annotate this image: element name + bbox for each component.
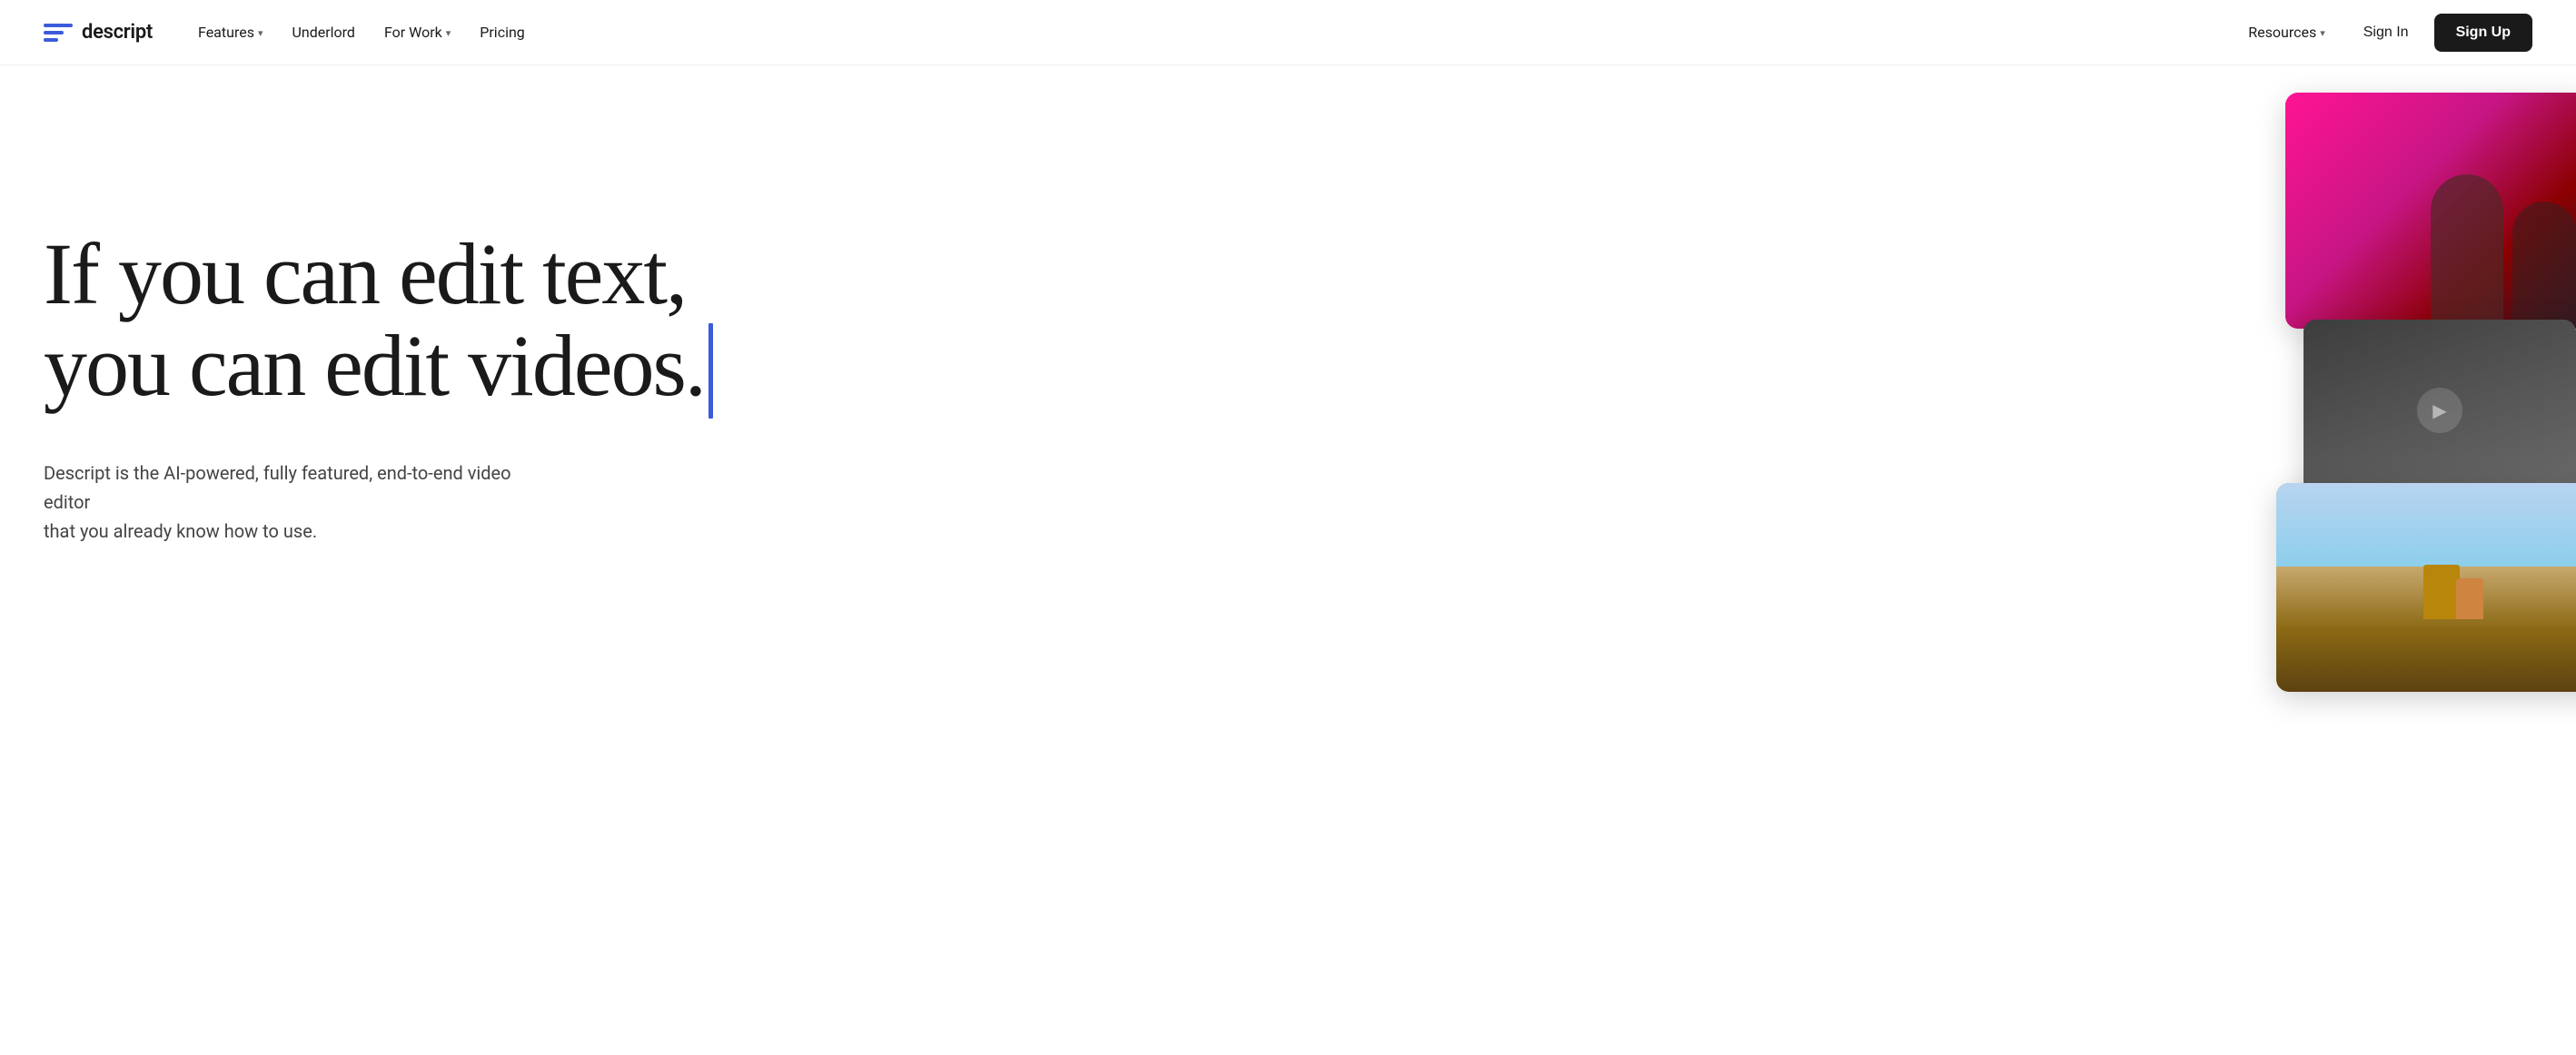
hero-subtext: Descript is the AI-powered, fully featur… (44, 458, 516, 546)
hero-headline: If you can edit text, you can edit video… (44, 229, 1661, 422)
nav-features[interactable]: Features ▾ (185, 16, 275, 48)
sign-in-button[interactable]: Sign In (2345, 15, 2427, 50)
logo[interactable]: descript (44, 20, 153, 45)
nav-pricing[interactable]: Pricing (467, 16, 538, 48)
chevron-down-icon-2: ▾ (446, 27, 451, 39)
logo-bar-2 (44, 31, 64, 35)
hero-content: If you can edit text, you can edit video… (44, 138, 1661, 546)
hero-headline-line1: If you can edit text, (44, 225, 686, 322)
nav-underlord[interactable]: Underlord (279, 16, 367, 48)
logo-bar-1 (44, 24, 73, 27)
nav-underlord-label: Underlord (292, 24, 354, 41)
hero-section: If you can edit text, you can edit video… (0, 65, 2576, 1055)
hero-subtext-line2: that you already know how to use. (44, 520, 317, 542)
chevron-down-icon: ▾ (258, 27, 263, 39)
hero-subtext-line1: Descript is the AI-powered, fully featur… (44, 462, 511, 513)
hero-image-card-1 (2285, 93, 2576, 329)
navbar: descript Features ▾ Underlord For Work ▾… (0, 0, 2576, 65)
hero-image-card-3 (2276, 483, 2576, 692)
nav-features-label: Features (198, 24, 254, 41)
logo-bar-3 (44, 38, 58, 42)
descript-logo-icon (44, 20, 73, 45)
nav-right: Resources ▾ Sign In Sign Up (2235, 14, 2532, 52)
nav-resources-label: Resources (2248, 24, 2316, 41)
nav-for-work-label: For Work (384, 24, 442, 41)
hero-images: ▶ (2231, 65, 2576, 1055)
sign-up-button[interactable]: Sign Up (2434, 14, 2532, 52)
nav-links: Features ▾ Underlord For Work ▾ Pricing (185, 16, 538, 48)
chevron-down-icon-3: ▾ (2320, 27, 2325, 39)
hero-headline-line2: you can edit videos. (44, 317, 705, 414)
hero-image-card-2: ▶ (2304, 320, 2576, 501)
nav-pricing-label: Pricing (480, 24, 525, 41)
text-cursor (708, 323, 713, 419)
nav-for-work[interactable]: For Work ▾ (372, 16, 463, 48)
logo-text: descript (82, 21, 153, 44)
nav-resources[interactable]: Resources ▾ (2235, 16, 2337, 48)
nav-left: descript Features ▾ Underlord For Work ▾… (44, 16, 538, 48)
